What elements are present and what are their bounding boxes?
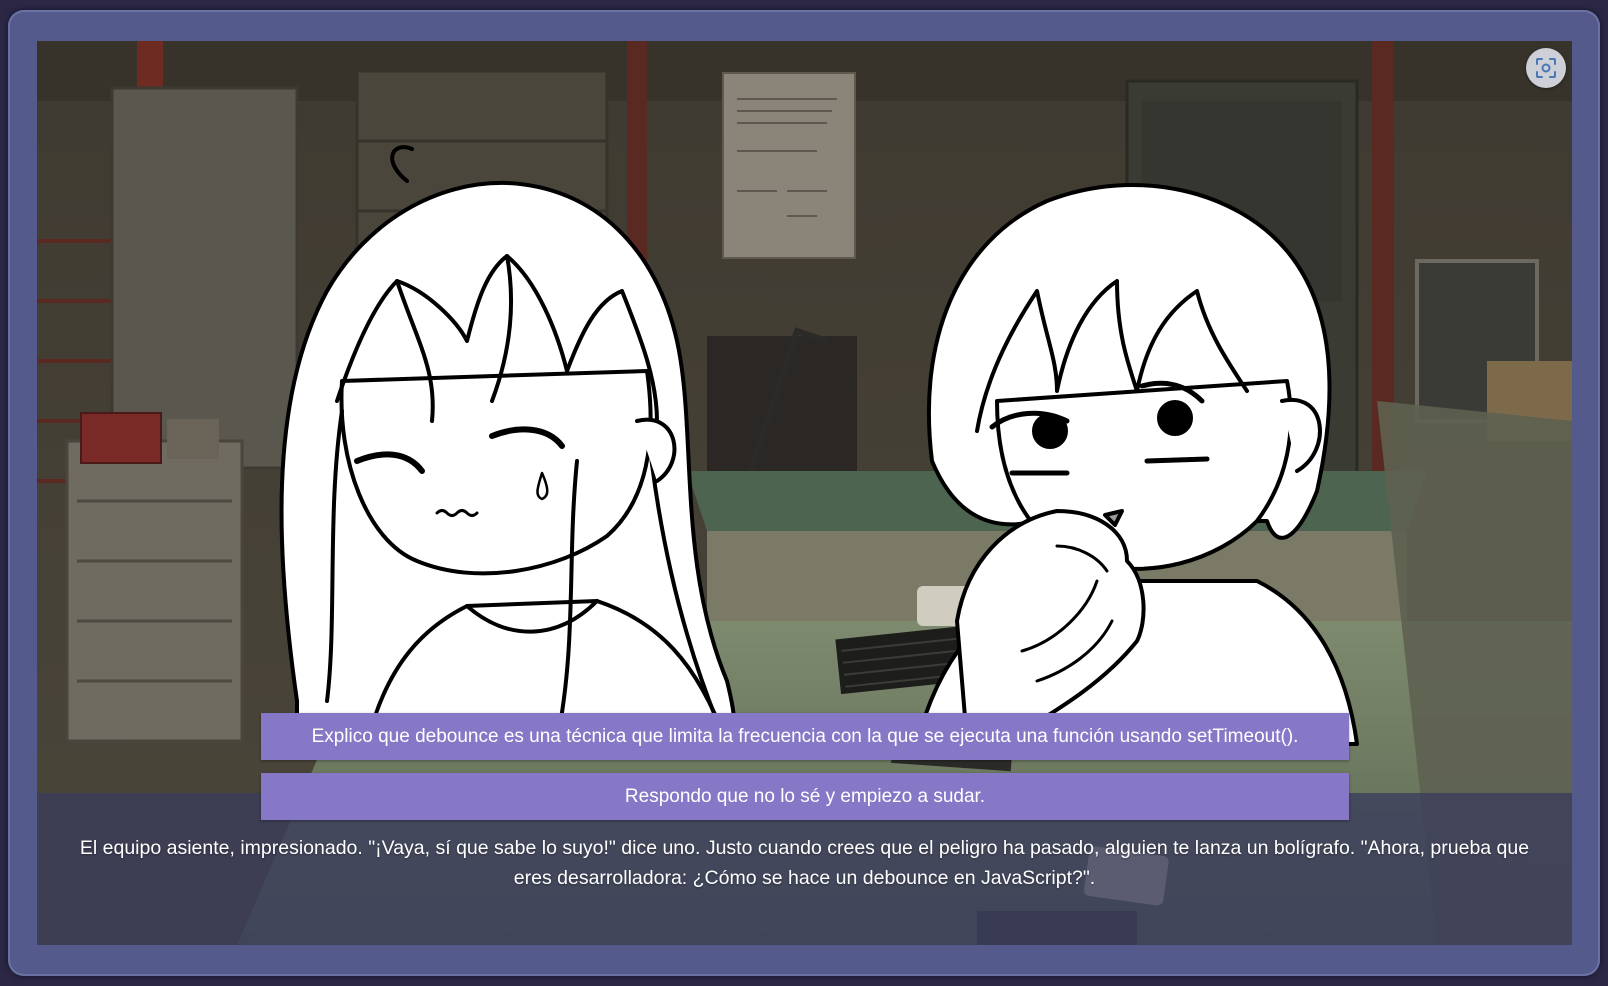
fullscreen-icon — [1536, 58, 1556, 78]
choice-button-explain-debounce[interactable]: Explico que debounce es una técnica que … — [261, 713, 1349, 760]
choice-button-dont-know[interactable]: Respondo que no lo sé y empiezo a sudar. — [261, 773, 1349, 820]
narration-text: El equipo asiente, impresionado. "¡Vaya,… — [79, 837, 1530, 889]
game-stage: El equipo asiente, impresionado. "¡Vaya,… — [37, 41, 1572, 945]
fullscreen-button[interactable] — [1526, 48, 1566, 88]
choice-label: Explico que debounce es una técnica que … — [311, 725, 1299, 747]
choice-label: Respondo que no lo sé y empiezo a sudar. — [624, 785, 986, 807]
